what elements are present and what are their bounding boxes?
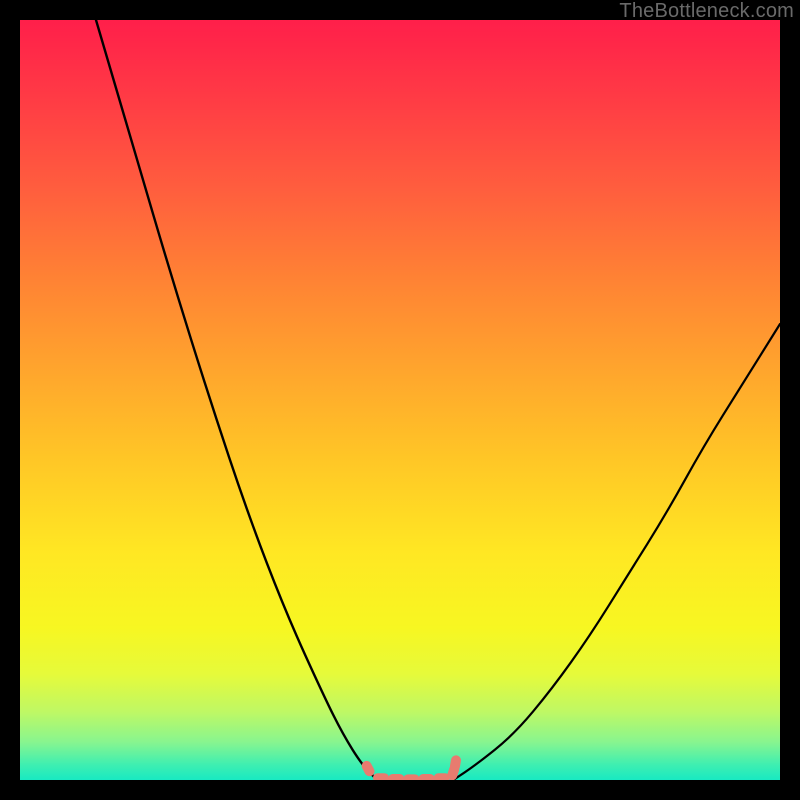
right-curve [453, 324, 780, 780]
left-curve [96, 20, 377, 780]
chart-svg [20, 20, 780, 780]
chart-stage: TheBottleneck.com [0, 0, 800, 800]
marker-point [419, 774, 435, 780]
marker-point [373, 773, 389, 780]
marker-point [388, 774, 404, 780]
watermark-text: TheBottleneck.com [619, 0, 794, 23]
bottom-markers [360, 755, 462, 780]
marker-point [403, 774, 419, 780]
plot-area [20, 20, 780, 780]
